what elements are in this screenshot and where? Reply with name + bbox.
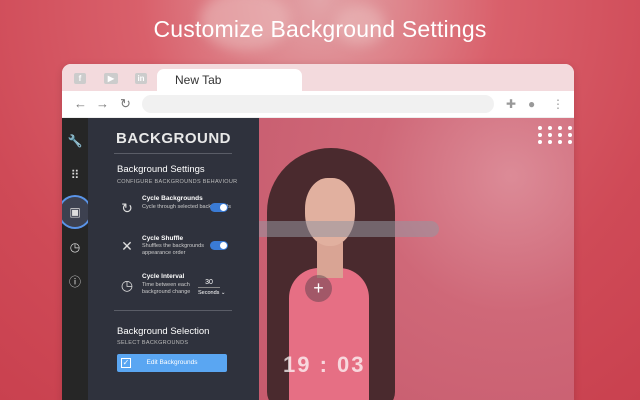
profile-icon[interactable]: ● [528,96,535,112]
shuffle-title: Cycle Shuffle [142,235,184,242]
interval-title: Cycle Interval [142,273,185,280]
info-icon[interactable]: ⓘ [65,272,85,292]
settings-subtitle: CONFIGURE BACKGROUNDS BEHAVIOUR [117,179,238,185]
clock-display: 19 : 03 [283,352,366,377]
background-photo: + 19 : 03 [259,118,574,400]
interval-unit-select[interactable]: Seconds ⌄ [198,290,226,296]
reload-icon[interactable]: ↻ [120,96,131,112]
page-headline: Customize Background Settings [153,16,487,42]
cycle-toggle[interactable] [210,203,228,212]
panel-title: BACKGROUND [116,130,231,147]
photo-neck [317,242,343,278]
shuffle-icon: ✕ [121,238,133,254]
grid-icon[interactable]: ⠿ [65,165,85,185]
browser-toolbar: ← → ↻ ✚ ● ⋮ [62,91,574,118]
cycle-icon: ↻ [121,200,133,216]
linkedin-icon[interactable]: in [135,73,147,84]
youtube-icon[interactable]: ▶ [104,73,118,84]
apps-grid-icon[interactable] [538,126,572,144]
wrench-icon[interactable]: 🔧 [65,131,85,151]
extensions-icon[interactable]: ✚ [506,96,516,112]
divider [114,310,232,311]
extension-content: 🔧 ⠿ ▣ ◷ ⓘ BACKGROUND Background Settings… [62,118,574,400]
edit-backgrounds-button[interactable]: ✓ Edit Backgrounds [117,354,227,372]
selection-title: Background Selection [117,326,210,337]
cycle-title: Cycle Backgrounds [142,195,203,202]
search-bar[interactable] [259,221,439,237]
divider [114,153,232,154]
edit-backgrounds-label: Edit Backgrounds [146,359,198,366]
checkbox-icon: ✓ [121,358,131,368]
shuffle-toggle[interactable] [210,241,228,250]
clock-icon[interactable]: ◷ [65,237,85,257]
interval-desc: Time between each background change [142,282,191,295]
settings-title: Background Settings [117,164,205,175]
image-icon[interactable]: ▣ [62,197,90,227]
background-panel: BACKGROUND Background Settings CONFIGURE… [88,118,259,400]
address-bar[interactable] [142,95,494,113]
tab-bar: f ▶ in New Tab [62,64,574,92]
interval-input[interactable]: 30 [198,279,220,288]
browser-window: f ▶ in New Tab ← → ↻ ✚ ● ⋮ 🔧 ⠿ ▣ ◷ ⓘ BAC… [62,64,574,400]
forward-arrow-icon[interactable]: → [96,96,109,112]
add-shortcut-button[interactable]: + [305,275,332,302]
tab-new-tab[interactable]: New Tab [157,69,302,92]
back-arrow-icon[interactable]: ← [74,96,87,112]
settings-rail: 🔧 ⠿ ▣ ◷ ⓘ [62,118,90,400]
timer-icon: ◷ [120,277,134,293]
facebook-icon[interactable]: f [74,73,86,84]
selection-subtitle: SELECT BACKGROUNDS [117,340,189,346]
menu-icon[interactable]: ⋮ [552,96,564,112]
